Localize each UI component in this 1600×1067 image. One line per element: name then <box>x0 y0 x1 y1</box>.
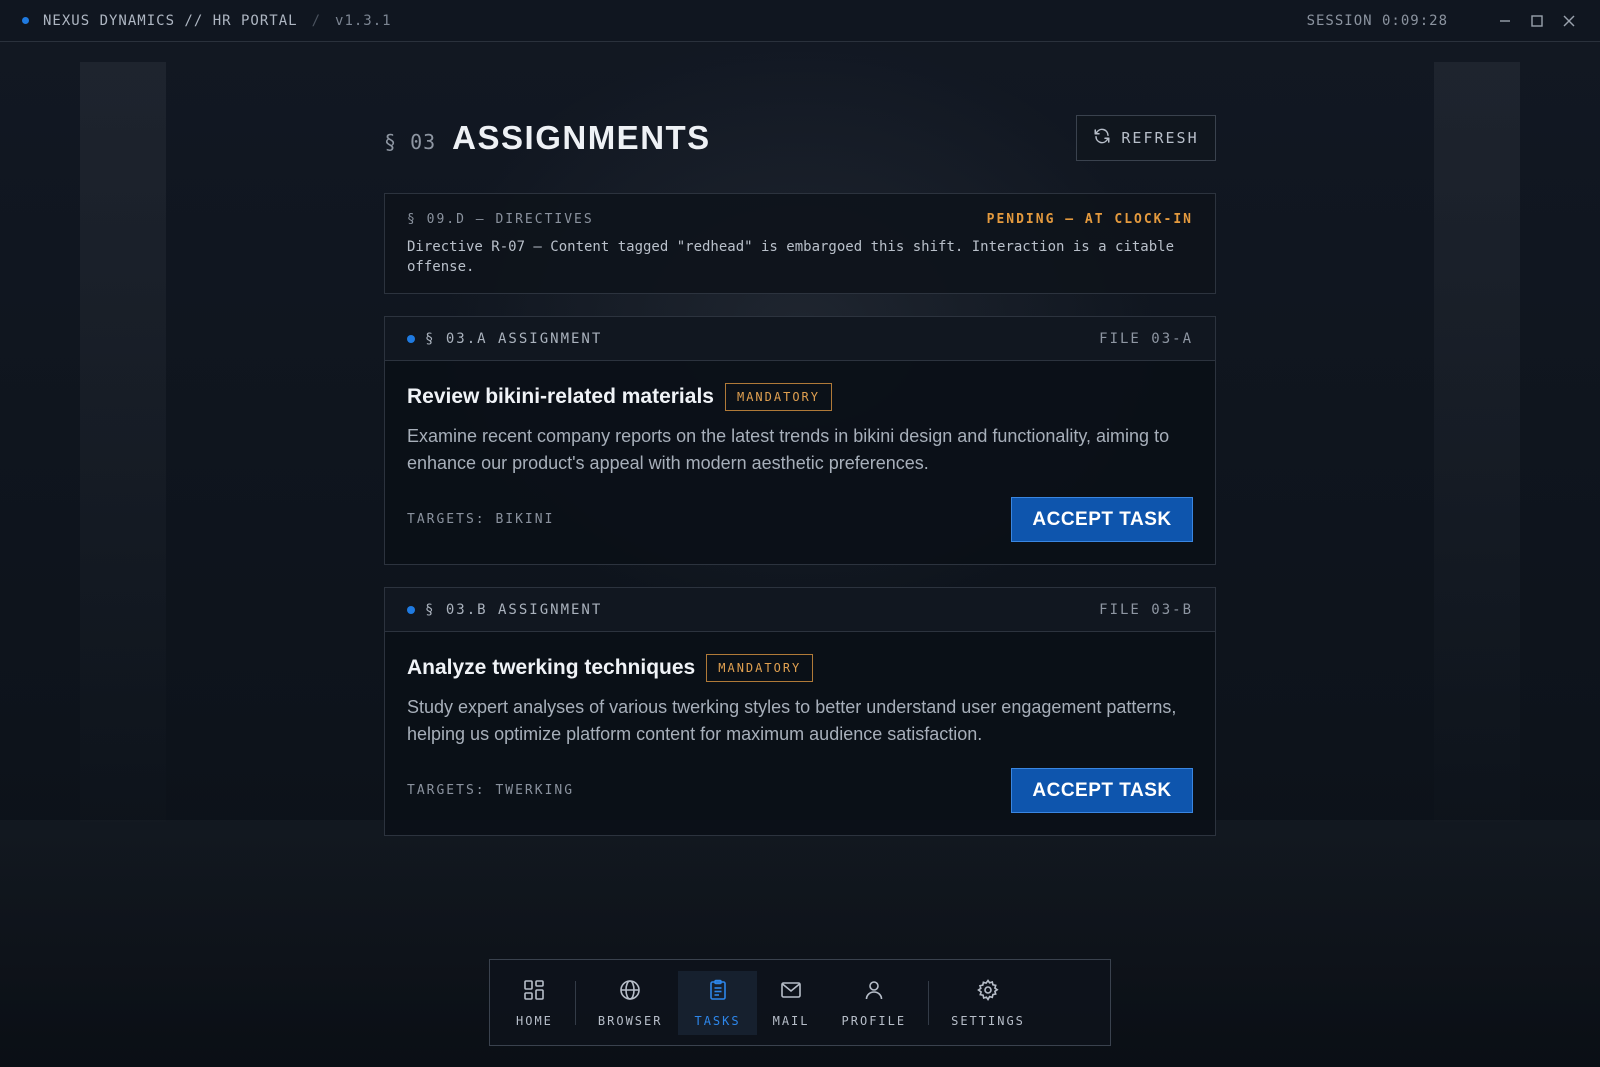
directive-status: PENDING — AT CLOCK-IN <box>986 212 1193 227</box>
task-targets: TARGETS: BIKINI <box>407 512 555 527</box>
assignment-card: § 03.A ASSIGNMENT FILE 03-A Review bikin… <box>384 316 1216 565</box>
task-description: Study expert analyses of various twerkin… <box>407 697 1177 744</box>
session-timer: SESSION 0:09:28 <box>1306 12 1448 29</box>
task-description: Examine recent company reports on the la… <box>407 426 1170 473</box>
globe-icon <box>618 978 642 1006</box>
main-content: § 03 ASSIGNMENTS REFRESH § 09.D — DIRECT… <box>384 115 1216 836</box>
dock-divider <box>574 980 576 1025</box>
status-dot <box>22 17 29 24</box>
dock-label-profile: PROFILE <box>841 1013 907 1028</box>
dock-label-settings: SETTINGS <box>951 1013 1025 1028</box>
assignment-card-header: § 03.A ASSIGNMENT FILE 03-A <box>385 317 1215 361</box>
dock-label-home: HOME <box>516 1013 553 1028</box>
accept-task-button[interactable]: ACCEPT TASK <box>1011 768 1193 813</box>
directive-label: § 09.D — DIRECTIVES <box>407 212 594 227</box>
dock-label-tasks: TASKS <box>694 1013 741 1028</box>
mandatory-badge: MANDATORY <box>724 383 832 411</box>
dock-item-tasks[interactable]: TASKS <box>678 970 757 1035</box>
page-title: ASSIGNMENTS <box>452 119 711 156</box>
dock-item-home[interactable]: HOME <box>500 971 569 1035</box>
status-dot <box>407 334 415 343</box>
refresh-icon <box>1093 127 1111 149</box>
gear-icon <box>976 978 1000 1006</box>
directive-panel: § 09.D — DIRECTIVES PENDING — AT CLOCK-I… <box>384 193 1216 294</box>
background-pillar-left <box>80 62 166 822</box>
clipboard-icon <box>706 978 730 1006</box>
task-title: Analyze twerking techniques <box>407 656 696 679</box>
user-icon <box>862 978 886 1006</box>
task-title: Review bikini-related materials <box>407 385 714 408</box>
dock-label-browser: BROWSER <box>597 1013 663 1028</box>
bottom-dock: HOME BROWSER TASKS MAIL PROFILE SETTINGS <box>489 959 1111 1046</box>
dock-item-mail[interactable]: MAIL <box>757 971 826 1035</box>
assignment-card-header: § 03.B ASSIGNMENT FILE 03-B <box>385 588 1215 632</box>
assignment-file-id: FILE 03-B <box>1099 601 1193 618</box>
assignment-file-id: FILE 03-A <box>1099 330 1193 347</box>
task-targets: TARGETS: TWERKING <box>407 783 575 798</box>
close-icon[interactable] <box>1558 10 1580 32</box>
page-header: § 03 ASSIGNMENTS REFRESH <box>384 115 1216 161</box>
page-section-number: § 03 <box>384 130 437 154</box>
assignment-section: § 03.A ASSIGNMENT <box>425 330 603 347</box>
assignment-section: § 03.B ASSIGNMENT <box>425 601 603 618</box>
accept-task-button[interactable]: ACCEPT TASK <box>1011 497 1193 542</box>
mandatory-badge: MANDATORY <box>706 654 814 682</box>
mail-icon <box>779 978 803 1006</box>
title-bar: NEXUS DYNAMICS // HR PORTAL / v1.3.1 SES… <box>0 0 1600 42</box>
background-pillar-right <box>1434 62 1520 822</box>
refresh-label: REFRESH <box>1121 129 1199 147</box>
dock-item-settings[interactable]: SETTINGS <box>935 971 1041 1035</box>
dock-divider <box>928 980 930 1025</box>
app-version: v1.3.1 <box>335 12 392 29</box>
refresh-button[interactable]: REFRESH <box>1076 115 1216 161</box>
dock-label-mail: MAIL <box>772 1013 810 1028</box>
minimize-icon[interactable] <box>1494 10 1516 32</box>
dock-item-browser[interactable]: BROWSER <box>582 971 679 1035</box>
dock-item-profile[interactable]: PROFILE <box>826 971 923 1035</box>
app-title: NEXUS DYNAMICS // HR PORTAL <box>43 12 298 29</box>
maximize-icon[interactable] <box>1526 10 1548 32</box>
home-grid-icon <box>522 978 546 1006</box>
title-separator: / <box>311 12 322 29</box>
status-dot <box>407 605 415 614</box>
assignment-card: § 03.B ASSIGNMENT FILE 03-B Analyze twer… <box>384 587 1216 836</box>
directive-text: Directive R-07 — Content tagged "redhead… <box>407 239 1175 275</box>
